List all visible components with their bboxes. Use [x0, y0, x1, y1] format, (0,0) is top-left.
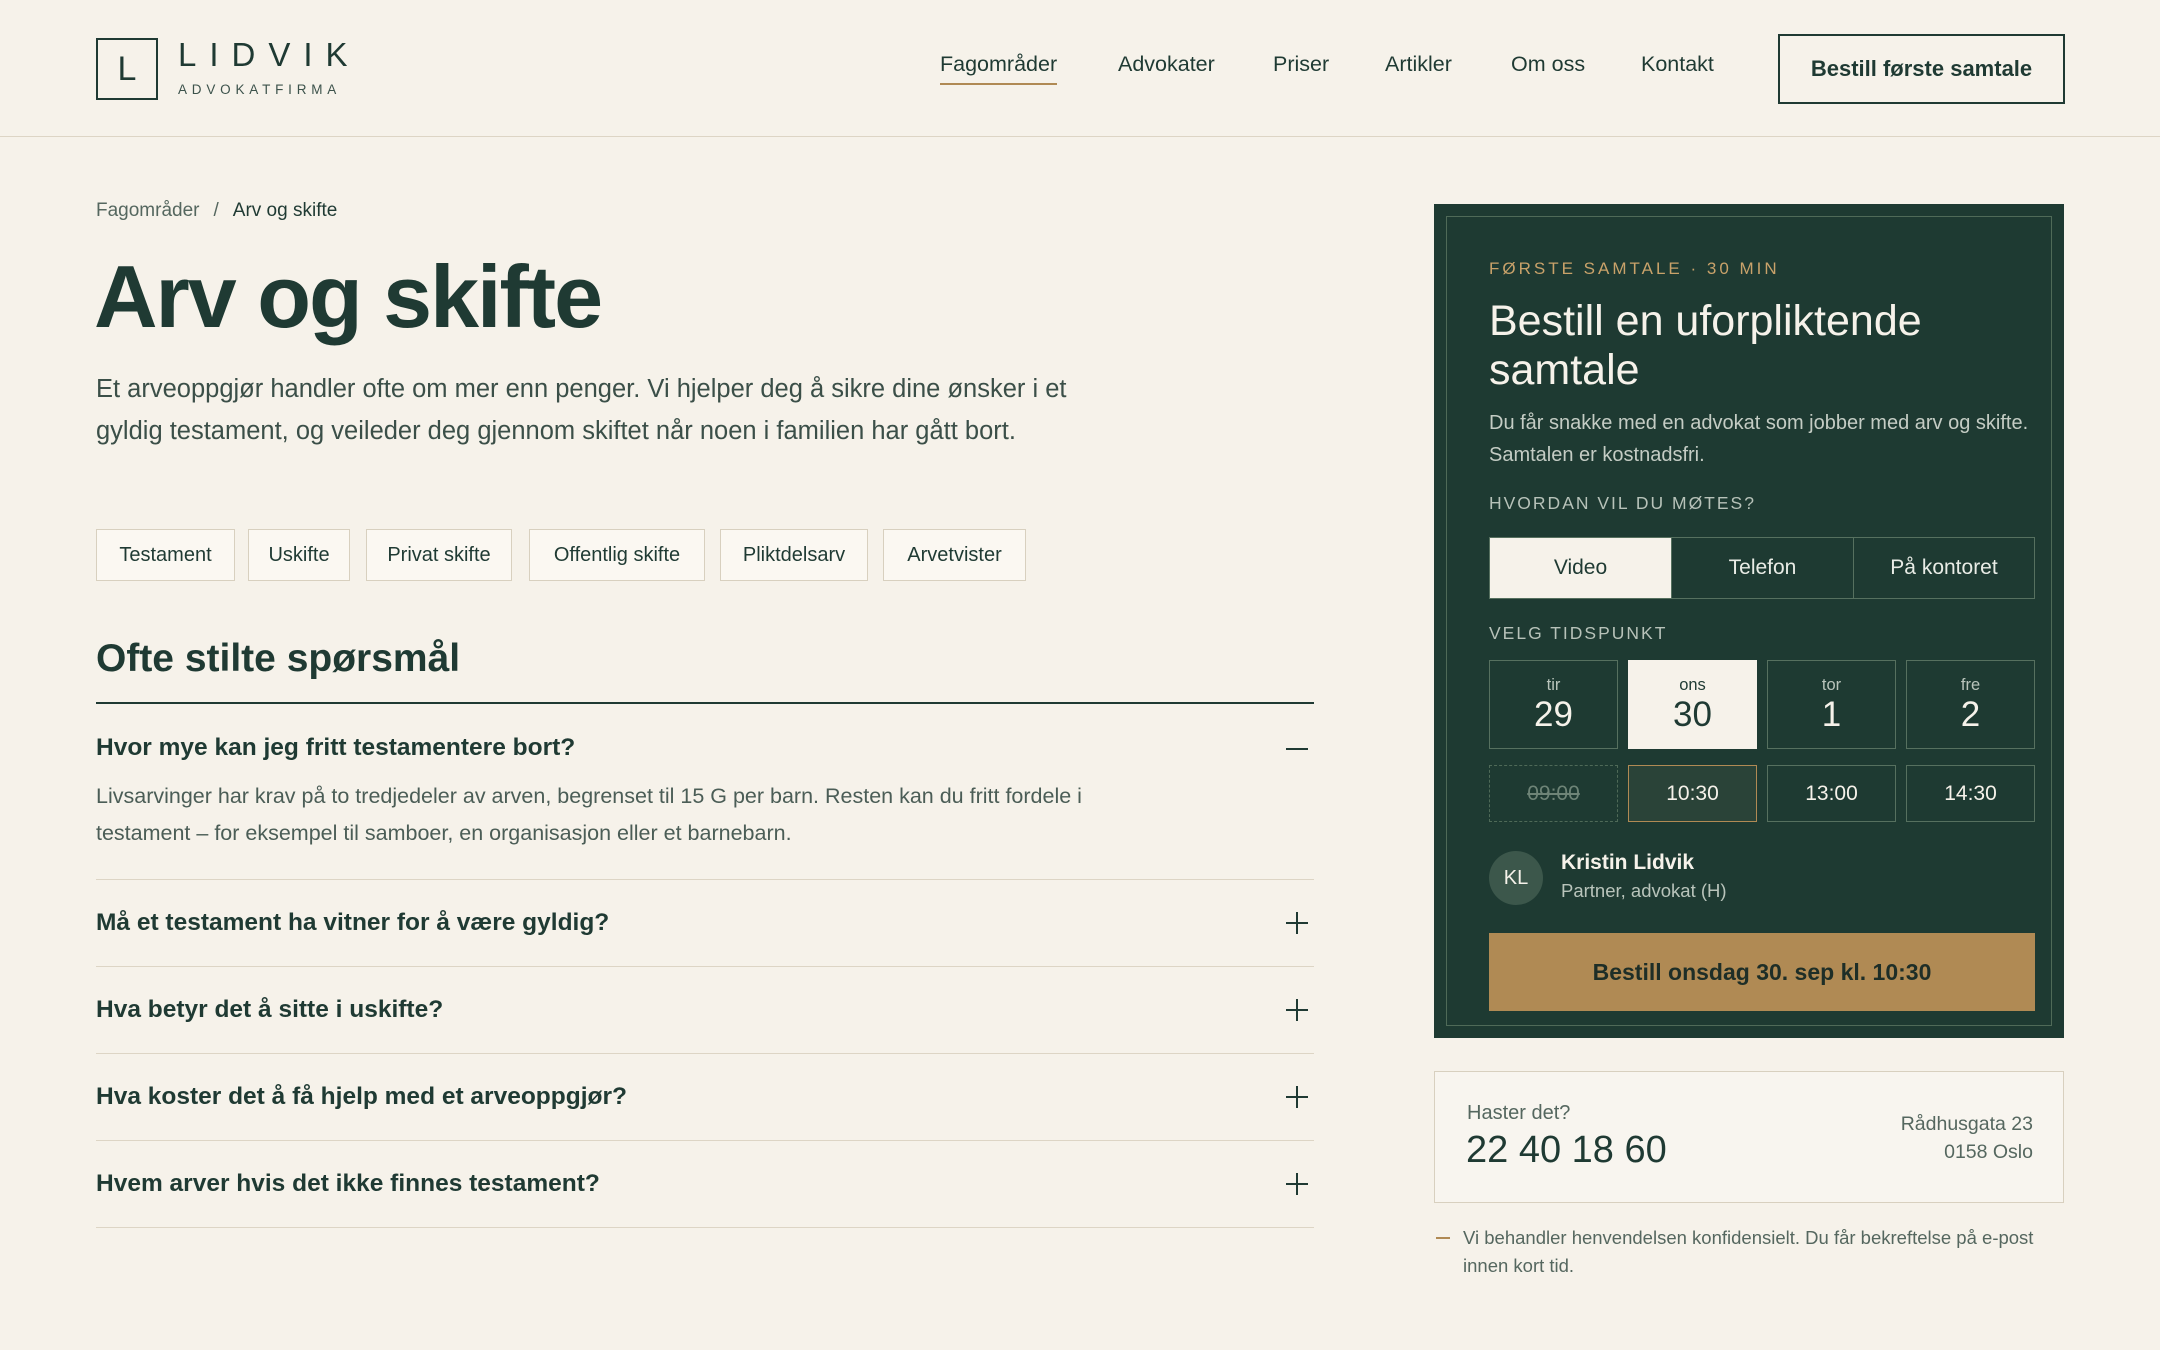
contact-label: Haster det? — [1467, 1102, 1571, 1124]
nav-item-kontakt[interactable]: Kontakt — [1641, 52, 1714, 77]
phone-number-link[interactable]: 22 40 18 60 — [1466, 1129, 1667, 1172]
site-header: L LIDVIK ADVOKATFIRMA Fagområder Advokat… — [0, 0, 2160, 137]
breadcrumb: Fagområder / Arv og skifte — [96, 200, 337, 222]
faq-item-4[interactable]: Hva koster det å få hjelp med et arveopp… — [96, 1054, 1314, 1141]
urgent-contact-box: Haster det? 22 40 18 60 Rådhusgata 23 01… — [1434, 1071, 2064, 1203]
time-slot-unavailable: 09:00 — [1489, 765, 1618, 822]
time-label: VELG TIDSPUNKT — [1489, 623, 1668, 643]
logo-tagline: ADVOKATFIRMA — [178, 82, 342, 97]
day-date: 29 — [1534, 695, 1573, 734]
book-appointment-button[interactable]: Bestill onsdag 30. sep kl. 10:30 — [1489, 933, 2035, 1011]
time-slot[interactable]: 13:00 — [1767, 765, 1896, 822]
faq-title: Ofte stilte spørsmål — [96, 637, 461, 680]
nav-item-om-oss[interactable]: Om oss — [1511, 52, 1585, 77]
confidentiality-note: Vi behandler henvendelsen konfidensielt.… — [1463, 1227, 2034, 1276]
day-date: 30 — [1673, 695, 1712, 734]
day-weekday: ons — [1679, 676, 1706, 694]
faq-answer: Livsarvinger har krav på to tredjedeler … — [96, 784, 1082, 845]
day-weekday: fre — [1960, 676, 1981, 694]
faq-question[interactable]: Hva koster det å få hjelp med et arveopp… — [96, 1083, 627, 1111]
breadcrumb-current: Arv og skifte — [232, 200, 338, 221]
faq-item-3[interactable]: Hva betyr det å sitte i uskifte? — [96, 967, 1314, 1054]
logo-name[interactable]: LIDVIK — [178, 36, 361, 74]
faq-question[interactable]: Hvor mye kan jeg fritt testamentere bort… — [96, 734, 575, 762]
day-option[interactable]: tir 29 — [1489, 660, 1618, 749]
faq-item-5[interactable]: Hvem arver hvis det ikke finnes testamen… — [96, 1141, 1314, 1228]
booking-panel-frame: FØRSTE SAMTALE · 30 MIN Bestill en uforp… — [1446, 216, 2052, 1026]
plus-icon[interactable] — [1286, 1173, 1308, 1195]
day-option-selected[interactable]: ons 30 — [1628, 660, 1757, 749]
time-slot-selected[interactable]: 10:30 — [1628, 765, 1757, 822]
meeting-option-video[interactable]: Video — [1490, 538, 1671, 598]
time-slot[interactable]: 14:30 — [1906, 765, 2035, 822]
nav-item-priser[interactable]: Priser — [1273, 52, 1329, 77]
plus-icon[interactable] — [1286, 1086, 1308, 1108]
day-date: 2 — [1960, 695, 1981, 734]
nav-item-fagomrader[interactable]: Fagområder — [940, 52, 1058, 85]
minus-icon[interactable] — [1286, 738, 1308, 760]
nav-item-artikler[interactable]: Artikler — [1385, 52, 1452, 77]
meeting-option-phone[interactable]: Telefon — [1672, 538, 1853, 598]
faq-question[interactable]: Må et testament ha vitner for å være gyl… — [96, 909, 609, 937]
day-weekday: tor — [1821, 676, 1842, 694]
day-weekday: tir — [1546, 676, 1561, 694]
breadcrumb-parent-link[interactable]: Fagområder — [96, 200, 200, 221]
meeting-option-office[interactable]: På kontoret — [1854, 538, 2034, 598]
tag-pliktdelsarv[interactable]: Pliktdelsarv — [720, 529, 868, 581]
page-title: Arv og skifte — [94, 247, 603, 346]
booking-description: Du får snakke med en advokat som jobber … — [1489, 412, 2029, 466]
faq-item-1[interactable]: Hvor mye kan jeg fritt testamentere bort… — [96, 704, 1314, 880]
book-first-meeting-button[interactable]: Bestill første samtale — [1778, 34, 2065, 104]
avatar: KL — [1489, 851, 1543, 905]
day-date: 1 — [1821, 695, 1842, 734]
day-option[interactable]: tor 1 — [1767, 660, 1896, 749]
tag-uskifte[interactable]: Uskifte — [248, 529, 350, 581]
booking-title: Bestill en uforpliktende samtale — [1489, 297, 1922, 394]
meeting-type-selector: Video Telefon På kontoret — [1489, 537, 2035, 599]
nav-item-advokater[interactable]: Advokater — [1118, 52, 1215, 77]
booking-panel: FØRSTE SAMTALE · 30 MIN Bestill en uforp… — [1434, 204, 2064, 1038]
meeting-type-label: HVORDAN VIL DU MØTES? — [1489, 493, 1756, 513]
tag-offentlig-skifte[interactable]: Offentlig skifte — [529, 529, 705, 581]
day-option[interactable]: fre 2 — [1906, 660, 2035, 749]
lawyer-role: Partner, advokat (H) — [1561, 880, 1727, 901]
logo-mark[interactable]: L — [96, 38, 158, 100]
plus-icon[interactable] — [1286, 912, 1308, 934]
faq-question[interactable]: Hvem arver hvis det ikke finnes testamen… — [96, 1170, 600, 1198]
tag-testament[interactable]: Testament — [96, 529, 235, 581]
booking-eyebrow: FØRSTE SAMTALE · 30 MIN — [1489, 259, 1780, 278]
faq-item-2[interactable]: Må et testament ha vitner for å være gyl… — [96, 880, 1314, 967]
office-address: Rådhusgata 23 0158 Oslo — [1901, 1110, 2033, 1166]
address-street: Rådhusgata 23 — [1900, 1113, 2033, 1135]
faq-question[interactable]: Hva betyr det å sitte i uskifte? — [96, 996, 443, 1024]
tag-privat-skifte[interactable]: Privat skifte — [366, 529, 512, 581]
tag-arvetvister[interactable]: Arvetvister — [883, 529, 1026, 581]
intro-text: Et arveoppgjør handler ofte om mer enn p… — [96, 375, 1067, 445]
plus-icon[interactable] — [1286, 999, 1308, 1021]
breadcrumb-separator: / — [213, 200, 219, 221]
note-dash — [1436, 1237, 1450, 1239]
address-postal: 0158 Oslo — [1944, 1141, 2033, 1163]
lawyer-name: Kristin Lidvik — [1561, 851, 1695, 874]
